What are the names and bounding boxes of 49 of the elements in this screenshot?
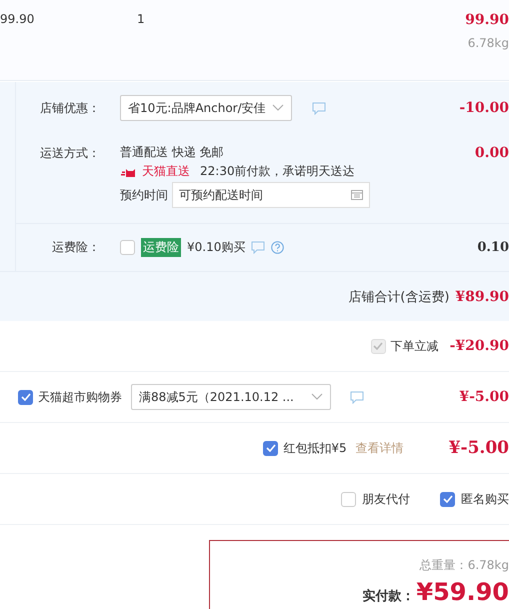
unit-price: 99.90 (0, 12, 36, 26)
discount-select[interactable]: 省10元:品牌Anchor/安佳 (120, 95, 292, 121)
coupon-amount: ¥-5.00 (459, 389, 509, 405)
store-total-amount: ¥89.90 (455, 288, 509, 304)
item-weight: 6.78kg (468, 36, 509, 50)
instant-discount-label: 下单立减 (390, 338, 439, 354)
coupon-select[interactable]: 满88减5元（2021.10.12 ... (131, 384, 331, 410)
store-total-label: 店铺合计(含运费) (348, 288, 450, 306)
quantity: 1 (137, 12, 146, 26)
option-label: 朋友代付 (362, 490, 410, 508)
schedule-field[interactable]: 可预约配送时间 (172, 182, 370, 208)
option-checkbox[interactable] (440, 492, 455, 506)
help-icon[interactable] (271, 241, 284, 254)
insurance-tag: 运费险 (141, 238, 181, 257)
insurance-checkbox[interactable] (120, 240, 135, 255)
voucher-amount: ¥-5.00 (448, 438, 509, 458)
discount-amount: -10.00 (459, 100, 509, 116)
delivery-promise: 22:30前付款，承诺明天送达 (200, 163, 355, 180)
check-icon (20, 393, 30, 401)
shipping-amount: 0.00 (474, 144, 509, 162)
option-label: 匿名购买 (461, 490, 509, 508)
cat-logo-icon (120, 166, 138, 176)
coupon-label: 天猫超市购物券 (38, 388, 122, 406)
field-label: 店铺优惠： (39, 100, 101, 116)
option-checkbox[interactable] (341, 492, 356, 506)
insurance-price: ¥0.10购买 (187, 239, 246, 256)
calendar-icon (351, 189, 363, 200)
voucher-label: 红包抵扣¥5 (283, 440, 347, 456)
instant-discount-amount: -¥20.90 (450, 338, 509, 354)
field-label: 预约时间 (120, 186, 168, 204)
field-label: 运送方式： (39, 145, 101, 162)
voucher-checkbox[interactable] (263, 440, 278, 456)
item-subtotal: 99.90 (465, 12, 509, 28)
total-weight: 总重量：6.78kg (420, 557, 509, 574)
shipping-method: 普通配送 快递 免邮 (120, 144, 225, 161)
insurance-amount: 0.10 (477, 240, 509, 255)
chat-icon[interactable] (251, 241, 266, 254)
field-label: 运费险： (51, 239, 101, 256)
chat-icon[interactable] (312, 102, 326, 114)
check-icon (266, 444, 276, 452)
caret-icon (272, 104, 284, 112)
tmall-direct-label: 天猫直送 (142, 163, 190, 180)
caret-icon (311, 393, 323, 401)
chat-icon[interactable] (350, 390, 364, 404)
coupon-checkbox[interactable] (18, 390, 33, 404)
check-icon (373, 342, 384, 350)
pay-label: 实付款： (362, 588, 414, 605)
pay-amount: ¥59.90 (416, 578, 509, 606)
check-icon (442, 495, 452, 503)
